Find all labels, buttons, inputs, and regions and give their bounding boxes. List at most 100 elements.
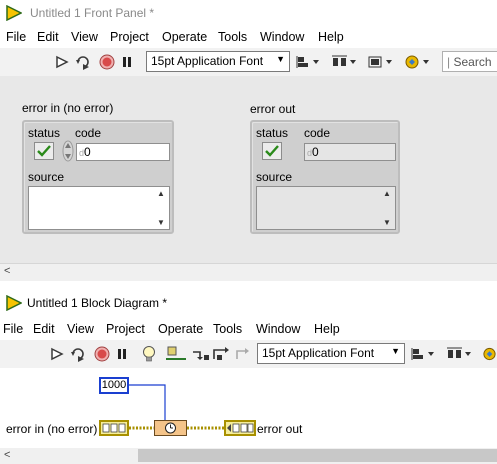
error-out-terminal-label: error out [257,422,303,436]
align-objects-icon[interactable] [411,345,437,363]
error-in-label: error in (no error) [22,101,114,115]
front-panel-menubar: File Edit View Project Operate Tools Win… [0,28,497,48]
error-out-cluster[interactable]: status code d0 source ▲ ▼ [250,120,400,234]
error-out-code-value: 0 [312,145,319,159]
distribute-objects-icon[interactable] [331,53,359,71]
cluster-terminal-icon [102,423,126,433]
numeric-constant[interactable]: 1000 [99,377,129,394]
run-continuously-icon[interactable] [73,53,93,71]
error-in-terminal-label: error in (no error) [6,422,98,436]
run-continuously-icon[interactable] [68,345,88,363]
font-select-label: 15pt Application Font [262,346,375,360]
front-panel-canvas[interactable]: error in (no error) status code d0 sourc… [0,76,497,263]
error-out-source-label: source [256,170,293,184]
labview-logo-icon [6,295,22,311]
menu-edit[interactable]: Edit [33,322,55,336]
search-input[interactable]: | Search [442,51,497,72]
block-diagram-canvas[interactable]: 1000 error in (no error) error out [0,370,497,448]
search-placeholder: Search [453,55,492,69]
error-out-status-label: status [256,126,289,140]
error-out-source-scrollbar[interactable]: ▲ ▼ [381,189,393,227]
menu-project[interactable]: Project [106,322,145,336]
chevron-left-icon[interactable]: < [4,265,10,277]
error-in-source-label: source [28,170,65,184]
error-in-status-checkbox[interactable] [34,142,54,160]
block-diagram-menubar: File Edit View Project Operate Tools Win… [0,320,497,340]
error-in-source-field[interactable]: ▲ ▼ [28,186,170,230]
chevron-left-icon[interactable]: < [4,449,10,461]
chevron-down-icon[interactable]: ▼ [383,218,391,227]
distribute-objects-icon[interactable] [446,345,474,363]
menu-file[interactable]: File [3,322,23,336]
pause-icon[interactable] [115,345,129,363]
error-out-code-label: code [304,126,331,140]
chevron-up-icon[interactable]: ▲ [157,189,165,198]
window-title: Untitled 1 Front Panel * [30,6,155,20]
menu-help[interactable]: Help [318,30,344,44]
error-out-status-indicator [262,142,282,160]
font-select[interactable]: 15pt Application Font ▼ [146,51,290,72]
error-in-code-stepper[interactable] [62,140,74,162]
front-panel-titlebar[interactable]: Untitled 1 Front Panel * [0,0,497,26]
error-in-code-field[interactable]: d0 [76,143,170,161]
wait-ms-function[interactable] [154,420,187,436]
checkmark-icon [265,145,279,157]
error-in-cluster[interactable]: status code d0 source ▲ ▼ [22,120,174,234]
step-out-icon[interactable] [234,345,250,363]
highlight-execution-icon[interactable] [140,345,158,363]
run-icon[interactable] [48,345,66,363]
font-select[interactable]: 15pt Application Font ▼ [257,343,405,364]
run-icon[interactable] [53,53,71,71]
error-in-code-label: code [75,126,102,140]
align-objects-icon[interactable] [296,53,322,71]
menu-tools[interactable]: Tools [218,30,247,44]
abort-icon[interactable] [93,345,111,363]
menu-operate[interactable]: Operate [158,322,203,336]
labview-logo-icon [6,5,22,21]
reorder-icon[interactable] [482,345,497,363]
numeric-constant-value: 1000 [101,379,127,391]
reorder-icon[interactable] [404,53,432,71]
front-panel-toolbar: 15pt Application Font ▼ | Search [0,48,497,76]
menu-file[interactable]: File [6,30,26,44]
font-select-label: 15pt Application Font [151,54,264,68]
menu-window[interactable]: Window [256,322,300,336]
block-diagram-hscrollbar[interactable]: < [0,448,497,464]
step-into-icon[interactable] [192,345,210,363]
menu-operate[interactable]: Operate [162,30,207,44]
menu-tools[interactable]: Tools [213,322,242,336]
menu-help[interactable]: Help [314,322,340,336]
block-diagram-toolbar: 15pt Application Font ▼ [0,340,497,368]
abort-icon[interactable] [98,53,116,71]
error-out-terminal[interactable] [224,420,256,436]
chevron-down-icon: ▼ [276,54,285,64]
error-in-code-value: 0 [84,145,91,159]
scrollbar-thumb[interactable] [138,449,497,462]
window-title: Untitled 1 Block Diagram * [27,296,168,310]
error-out-label: error out [250,102,296,116]
menu-view[interactable]: View [71,30,98,44]
pause-icon[interactable] [120,53,134,71]
menu-project[interactable]: Project [110,30,149,44]
checkmark-icon [37,145,51,157]
retain-wire-values-icon[interactable] [166,345,186,363]
error-out-source-field: ▲ ▼ [256,186,396,230]
chevron-down-icon[interactable]: ▼ [157,218,165,227]
menu-edit[interactable]: Edit [37,30,59,44]
step-over-icon[interactable] [212,345,230,363]
front-panel-hscrollbar[interactable]: < [0,263,497,281]
error-in-status-label: status [28,126,61,140]
error-in-source-scrollbar[interactable]: ▲ ▼ [155,189,167,227]
resize-objects-icon[interactable] [367,53,395,71]
error-in-terminal[interactable] [99,420,129,436]
chevron-down-icon: ▼ [391,346,400,356]
numeric-wire[interactable] [128,384,166,420]
chevron-up-icon[interactable]: ▲ [383,189,391,198]
search-separator: | [447,55,451,69]
menu-view[interactable]: View [67,322,94,336]
error-out-code-field: d0 [304,143,396,161]
cluster-indicator-icon [227,423,254,433]
wait-ms-icon [165,422,176,434]
block-diagram-titlebar[interactable]: Untitled 1 Block Diagram * [0,290,497,316]
menu-window[interactable]: Window [260,30,304,44]
